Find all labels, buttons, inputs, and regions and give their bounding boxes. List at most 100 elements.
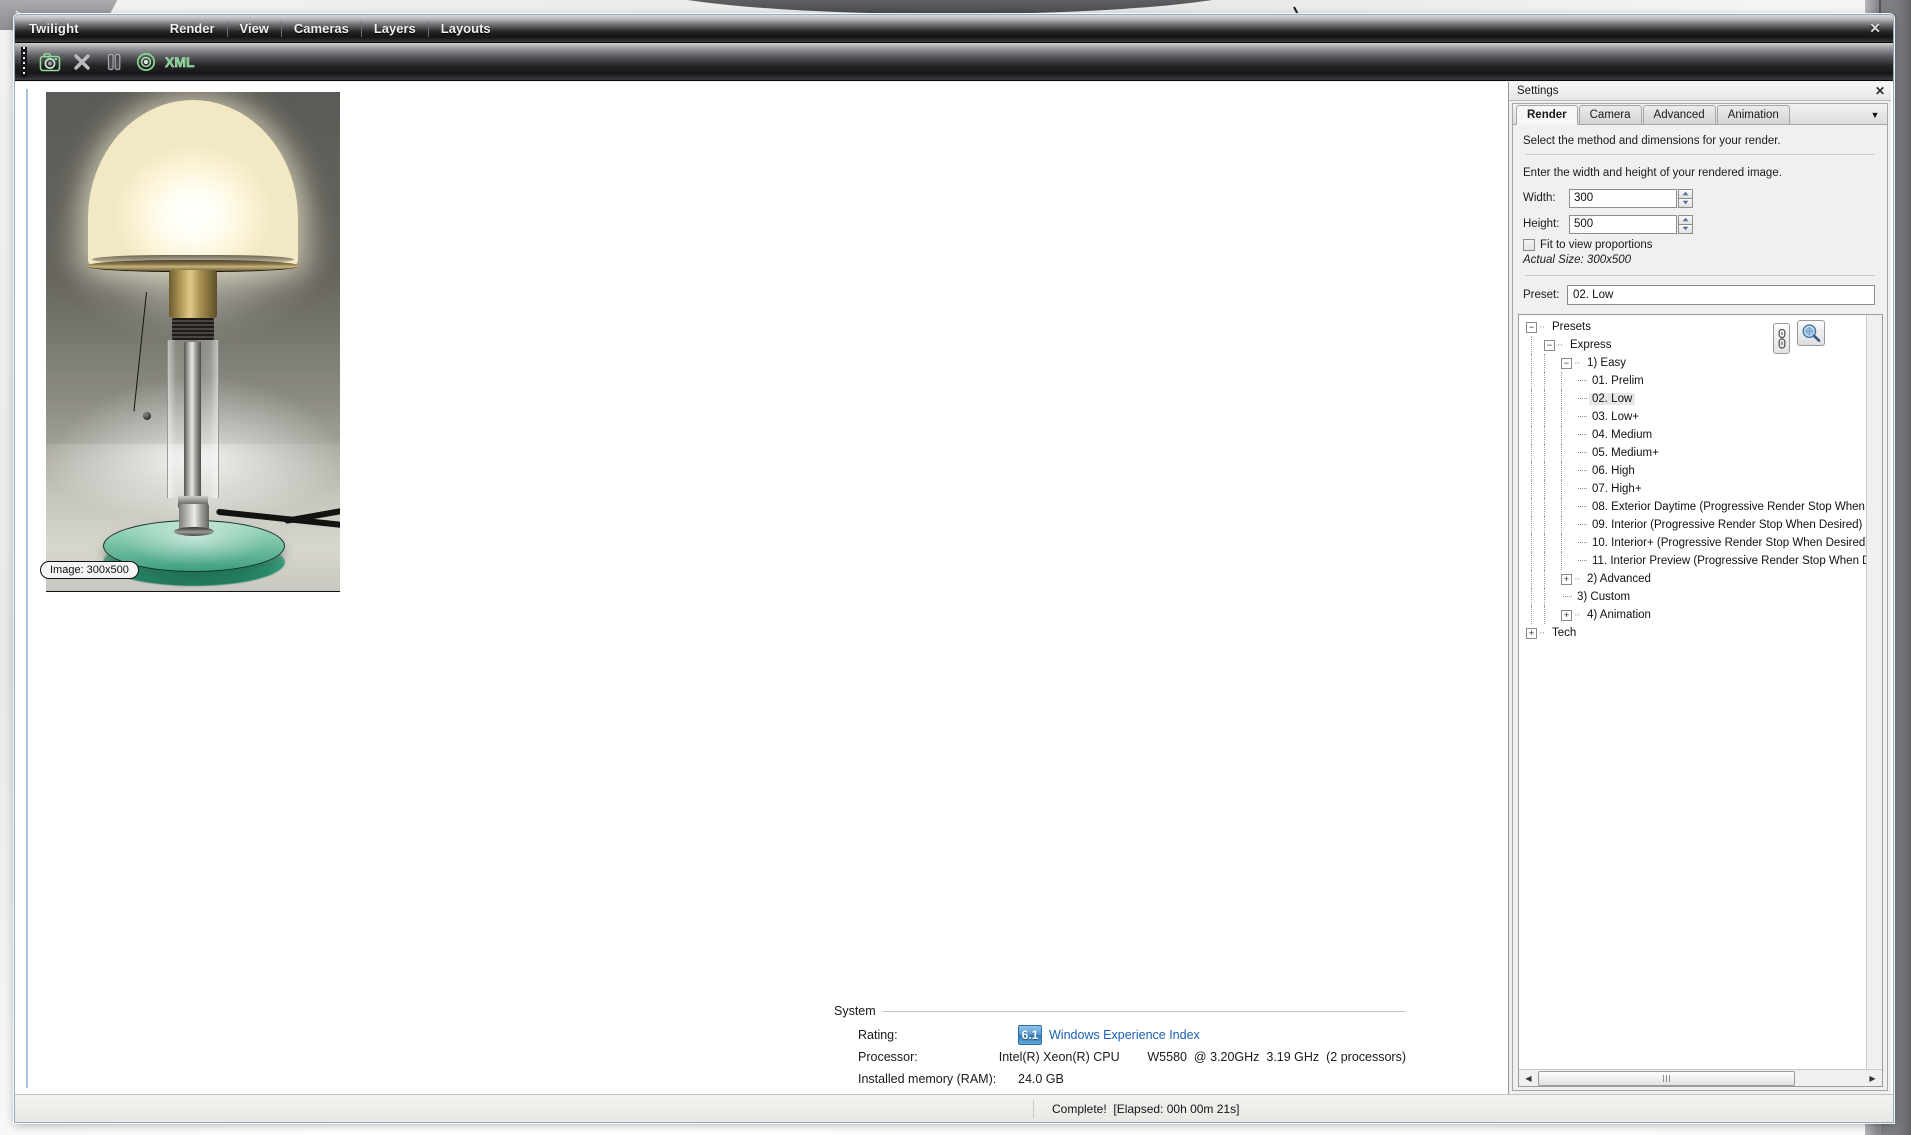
tree-indent-3a xyxy=(1531,444,1544,462)
system-row-rating: Rating: 6.1 Windows Experience Index xyxy=(834,1024,1406,1046)
tree-node-express[interactable]: − ·· Express xyxy=(1522,336,1882,354)
tree-expander-presets[interactable]: − xyxy=(1526,321,1537,333)
tree-item-medium-plus[interactable]: 05. Medium+ xyxy=(1522,444,1882,462)
tree-item-interior[interactable]: 09. Interior (Progressive Render Stop Wh… xyxy=(1522,516,1882,534)
tree-label-item: 03. Low+ xyxy=(1592,411,1639,423)
tree-item-low-plus[interactable]: 03. Low+ xyxy=(1522,408,1882,426)
pause-icon[interactable] xyxy=(99,47,129,77)
system-memory-value: 24.0 GB xyxy=(1018,1072,1064,1086)
fit-to-view-checkbox[interactable] xyxy=(1523,239,1535,251)
tree-node-easy[interactable]: − ·· 1) Easy xyxy=(1522,354,1882,372)
chevron-down-icon[interactable]: ▼ xyxy=(1869,109,1881,121)
presets-tree-horizontal-scrollbar[interactable]: ◀ ▶ xyxy=(1519,1069,1882,1086)
tree-label-item: 05. Medium+ xyxy=(1592,447,1659,459)
tree-expander-advanced[interactable]: + xyxy=(1561,573,1572,585)
tree-indent-3c xyxy=(1561,534,1576,552)
scroll-left-icon[interactable]: ◀ xyxy=(1520,1071,1537,1086)
menu-item-render[interactable]: Render xyxy=(157,20,228,37)
settings-close-icon[interactable]: ✕ xyxy=(1875,84,1885,98)
presets-tree[interactable]: − ·· Presets − ·· Express − ·· 1) Easy 0… xyxy=(1519,315,1882,1069)
xml-icon[interactable]: XML xyxy=(163,47,201,77)
tree-item-prelim[interactable]: 01. Prelim xyxy=(1522,372,1882,390)
tree-item-medium[interactable]: 04. Medium xyxy=(1522,426,1882,444)
tree-label-item: 07. High+ xyxy=(1592,483,1642,495)
tree-item-low[interactable]: 02. Low xyxy=(1522,390,1882,408)
tree-node-presets[interactable]: − ·· Presets xyxy=(1522,318,1882,336)
tree-node-custom[interactable]: 3) Custom xyxy=(1522,588,1882,606)
windows-experience-index-link[interactable]: Windows Experience Index xyxy=(1049,1028,1200,1042)
rendered-lamp-image[interactable] xyxy=(46,92,340,592)
toolbar-drag-grip[interactable] xyxy=(21,46,27,77)
presets-tree-vertical-scrollbar[interactable] xyxy=(1866,315,1882,1069)
tree-label-item: 02. Low xyxy=(1589,393,1636,405)
menu-item-view[interactable]: View xyxy=(228,20,282,37)
backdrop-shape-top-mid xyxy=(640,0,1260,14)
width-stepper[interactable] xyxy=(1678,188,1693,208)
render-viewport-canvas[interactable]: Image: 300x500 System Rating: 6.1 Window… xyxy=(26,89,1499,1088)
tree-node-animation[interactable]: + ·· 4) Animation xyxy=(1522,606,1882,624)
presets-tree-panel: − ·· Presets − ·· Express − ·· 1) Easy 0… xyxy=(1518,314,1883,1087)
tree-item-exterior-daytime[interactable]: 08. Exterior Daytime (Progressive Render… xyxy=(1522,498,1882,516)
tree-expander-easy[interactable]: − xyxy=(1561,357,1572,369)
fit-to-view-label: Fit to view proportions xyxy=(1540,239,1653,251)
width-input[interactable]: 300 xyxy=(1569,188,1677,208)
height-stepper-up[interactable] xyxy=(1678,214,1693,224)
app-brand-label: Twilight xyxy=(29,21,79,36)
window-close-icon[interactable]: ✕ xyxy=(1869,21,1881,35)
menu-item-layers[interactable]: Layers xyxy=(362,20,429,37)
preset-input[interactable]: 02. Low xyxy=(1567,285,1875,305)
tree-indent-3b xyxy=(1544,498,1561,516)
lamp-metal-stem xyxy=(184,342,201,500)
system-legend-rule xyxy=(881,1010,1406,1012)
hscroll-track[interactable] xyxy=(1538,1070,1863,1086)
settings-divider-1 xyxy=(1525,154,1875,155)
tab-render[interactable]: Render xyxy=(1516,105,1578,125)
save-disc-icon[interactable] xyxy=(131,47,161,77)
tree-indent-3a xyxy=(1531,372,1544,390)
lamp-neck-ridges xyxy=(172,318,214,340)
tree-indent-3c xyxy=(1561,444,1576,462)
tab-camera[interactable]: Camera xyxy=(1578,105,1642,124)
scroll-right-icon[interactable]: ▶ xyxy=(1864,1071,1881,1086)
fit-to-view-row[interactable]: Fit to view proportions xyxy=(1521,239,1879,251)
tree-item-interior-preview[interactable]: 11. Interior Preview (Progressive Render… xyxy=(1522,552,1882,570)
height-stepper[interactable] xyxy=(1678,214,1693,234)
image-size-badge: Image: 300x500 xyxy=(40,561,139,579)
tree-indent-3a xyxy=(1531,462,1544,480)
width-stepper-up[interactable] xyxy=(1678,188,1693,198)
tree-item-high[interactable]: 06. High xyxy=(1522,462,1882,480)
tree-indent-3c xyxy=(1561,408,1576,426)
tree-item-interior-plus[interactable]: 10. Interior+ (Progressive Render Stop W… xyxy=(1522,534,1882,552)
tree-label-item: 10. Interior+ (Progressive Render Stop W… xyxy=(1592,537,1870,549)
tree-dots-express: ·· xyxy=(1557,339,1563,351)
width-stepper-down[interactable] xyxy=(1678,197,1693,208)
height-stepper-down[interactable] xyxy=(1678,223,1693,234)
tree-expander-express[interactable]: − xyxy=(1544,339,1555,351)
tree-indent-2b xyxy=(1544,354,1561,372)
tree-indent-3b xyxy=(1544,444,1561,462)
tree-node-advanced[interactable]: + ·· 2) Advanced xyxy=(1522,570,1882,588)
menu-item-cameras[interactable]: Cameras xyxy=(282,20,362,37)
tree-indent-1 xyxy=(1531,336,1544,354)
tab-animation[interactable]: Animation xyxy=(1716,105,1790,124)
system-processor-label: Processor: xyxy=(858,1050,918,1064)
tree-indent-3c xyxy=(1561,390,1576,408)
menu-item-layouts[interactable]: Layouts xyxy=(429,21,503,37)
windows-experience-index-badge: 6.1 xyxy=(1018,1025,1042,1045)
render-camera-icon[interactable] xyxy=(35,47,65,77)
tree-expander-animation[interactable]: + xyxy=(1561,609,1572,621)
hscroll-thumb[interactable] xyxy=(1538,1070,1795,1086)
tree-indent-3a xyxy=(1531,480,1544,498)
tree-item-high-plus[interactable]: 07. High+ xyxy=(1522,480,1882,498)
tree-expander-tech[interactable]: + xyxy=(1526,627,1537,639)
window-body: Image: 300x500 System Rating: 6.1 Window… xyxy=(15,82,1893,1094)
tree-node-tech[interactable]: + ·· Tech xyxy=(1522,624,1882,642)
tree-indent-3c xyxy=(1561,462,1576,480)
height-input[interactable]: 500 xyxy=(1569,214,1677,234)
stop-icon[interactable] xyxy=(67,47,97,77)
tree-indent-3a xyxy=(1531,426,1544,444)
tab-advanced[interactable]: Advanced xyxy=(1642,105,1716,124)
tree-indent-3c xyxy=(1561,426,1576,444)
settings-content: Select the method and dimensions for you… xyxy=(1513,125,1887,1090)
tree-label-express: Express xyxy=(1570,339,1612,351)
